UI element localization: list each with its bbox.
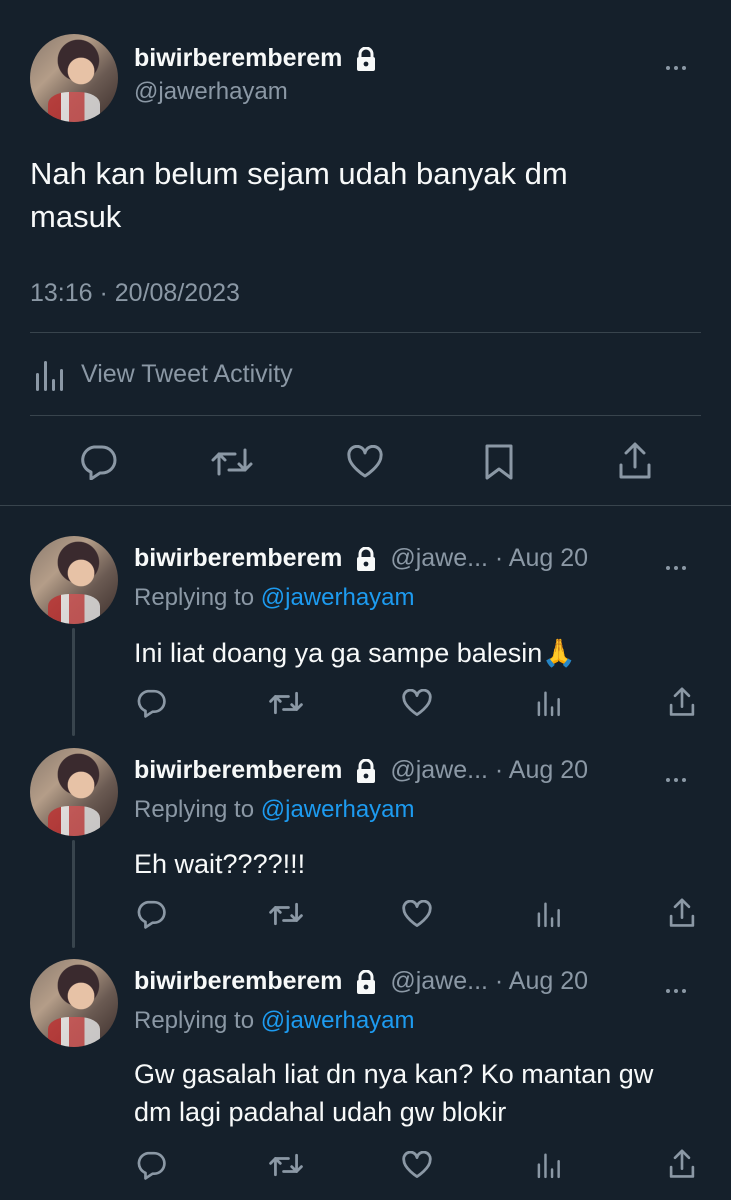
reply-text: Ini liat doang ya ga sampe balesin🙏 xyxy=(134,634,576,672)
replying-to: Replying to @jawerhayam xyxy=(134,796,415,824)
reply-text: Gw gasalah liat dn nya kan? Ko mantan gw… xyxy=(134,1055,653,1131)
handle-date[interactable]: @jawe... · Aug 20 xyxy=(390,544,588,572)
display-name[interactable]: biwirberemberem xyxy=(134,44,377,73)
display-name[interactable]: biwirberemberem xyxy=(134,967,342,995)
reply-header: biwirberemberem @jawe... · Aug 20 xyxy=(134,544,588,573)
replying-to: Replying to @jawerhayam xyxy=(134,1007,415,1035)
avatar[interactable] xyxy=(30,34,118,122)
retweet-icon[interactable] xyxy=(210,446,254,478)
tweet-text-line: masuk xyxy=(30,199,122,234)
share-icon[interactable] xyxy=(668,1148,696,1180)
retweet-icon[interactable] xyxy=(268,1152,304,1178)
reply-text: Eh wait????!!! xyxy=(134,845,305,883)
tweet-text-line: Nah kan belum sejam udah banyak dm xyxy=(30,156,568,191)
heart-icon[interactable] xyxy=(401,689,433,717)
reply-icon[interactable] xyxy=(136,1150,166,1180)
thread-line xyxy=(72,840,75,948)
reply-icon[interactable] xyxy=(79,444,117,480)
share-icon[interactable] xyxy=(617,441,653,481)
heart-icon[interactable] xyxy=(401,1151,433,1179)
analytics-icon[interactable] xyxy=(536,689,564,717)
reply-text-line: Ini liat doang ya ga sampe balesin🙏 xyxy=(134,638,576,668)
analytics-icon[interactable] xyxy=(536,1151,564,1179)
replying-to-label: Replying to xyxy=(134,584,255,611)
share-icon[interactable] xyxy=(668,686,696,718)
reply-icon[interactable] xyxy=(136,899,166,929)
bookmark-icon[interactable] xyxy=(483,443,515,481)
reply-header: biwirberemberem @jawe... · Aug 20 xyxy=(134,756,588,785)
avatar[interactable] xyxy=(30,959,118,1047)
lock-icon xyxy=(355,46,377,72)
mention-link[interactable]: @jawerhayam xyxy=(261,584,415,611)
mention-link[interactable]: @jawerhayam xyxy=(261,1007,415,1034)
reply-icon[interactable] xyxy=(136,688,166,718)
display-name[interactable]: biwirberemberem xyxy=(134,544,342,572)
thread-line xyxy=(72,628,75,736)
more-icon[interactable] xyxy=(666,557,690,575)
timestamp[interactable]: 13:16 · 20/08/2023 xyxy=(30,279,240,308)
replying-to-label: Replying to xyxy=(134,796,255,823)
handle-date[interactable]: @jawe... · Aug 20 xyxy=(390,967,588,995)
divider xyxy=(0,505,731,506)
analytics-icon xyxy=(34,359,68,391)
retweet-icon[interactable] xyxy=(268,690,304,716)
reply-header: biwirberemberem @jawe... · Aug 20 xyxy=(134,967,588,996)
share-icon[interactable] xyxy=(668,897,696,929)
lock-icon xyxy=(355,546,377,572)
display-name[interactable]: biwirberemberem xyxy=(134,756,342,784)
reply-text-line: dm lagi padahal udah gw blokir xyxy=(134,1097,507,1127)
tweet-text: Nah kan belum sejam udah banyak dm masuk xyxy=(30,152,568,238)
divider xyxy=(30,332,701,333)
reply-text-line: Gw gasalah liat dn nya kan? Ko mantan gw xyxy=(134,1059,654,1089)
lock-icon xyxy=(355,758,377,784)
replying-to-label: Replying to xyxy=(134,1007,255,1034)
avatar[interactable] xyxy=(30,536,118,624)
more-icon[interactable] xyxy=(666,769,690,787)
view-tweet-activity-label: View Tweet Activity xyxy=(81,360,293,388)
handle-date[interactable]: @jawe... · Aug 20 xyxy=(390,756,588,784)
heart-icon[interactable] xyxy=(346,445,384,479)
mention-link[interactable]: @jawerhayam xyxy=(261,796,415,823)
heart-icon[interactable] xyxy=(401,900,433,928)
display-name-text: biwirberemberem xyxy=(134,44,343,72)
lock-icon xyxy=(355,969,377,995)
replying-to: Replying to @jawerhayam xyxy=(134,584,415,612)
more-icon[interactable] xyxy=(666,57,690,75)
reply-text-line: Eh wait????!!! xyxy=(134,849,306,879)
more-icon[interactable] xyxy=(666,980,690,998)
retweet-icon[interactable] xyxy=(268,901,304,927)
divider xyxy=(30,415,701,416)
handle[interactable]: @jawerhayam xyxy=(134,78,288,106)
avatar[interactable] xyxy=(30,748,118,836)
analytics-icon[interactable] xyxy=(536,900,564,928)
